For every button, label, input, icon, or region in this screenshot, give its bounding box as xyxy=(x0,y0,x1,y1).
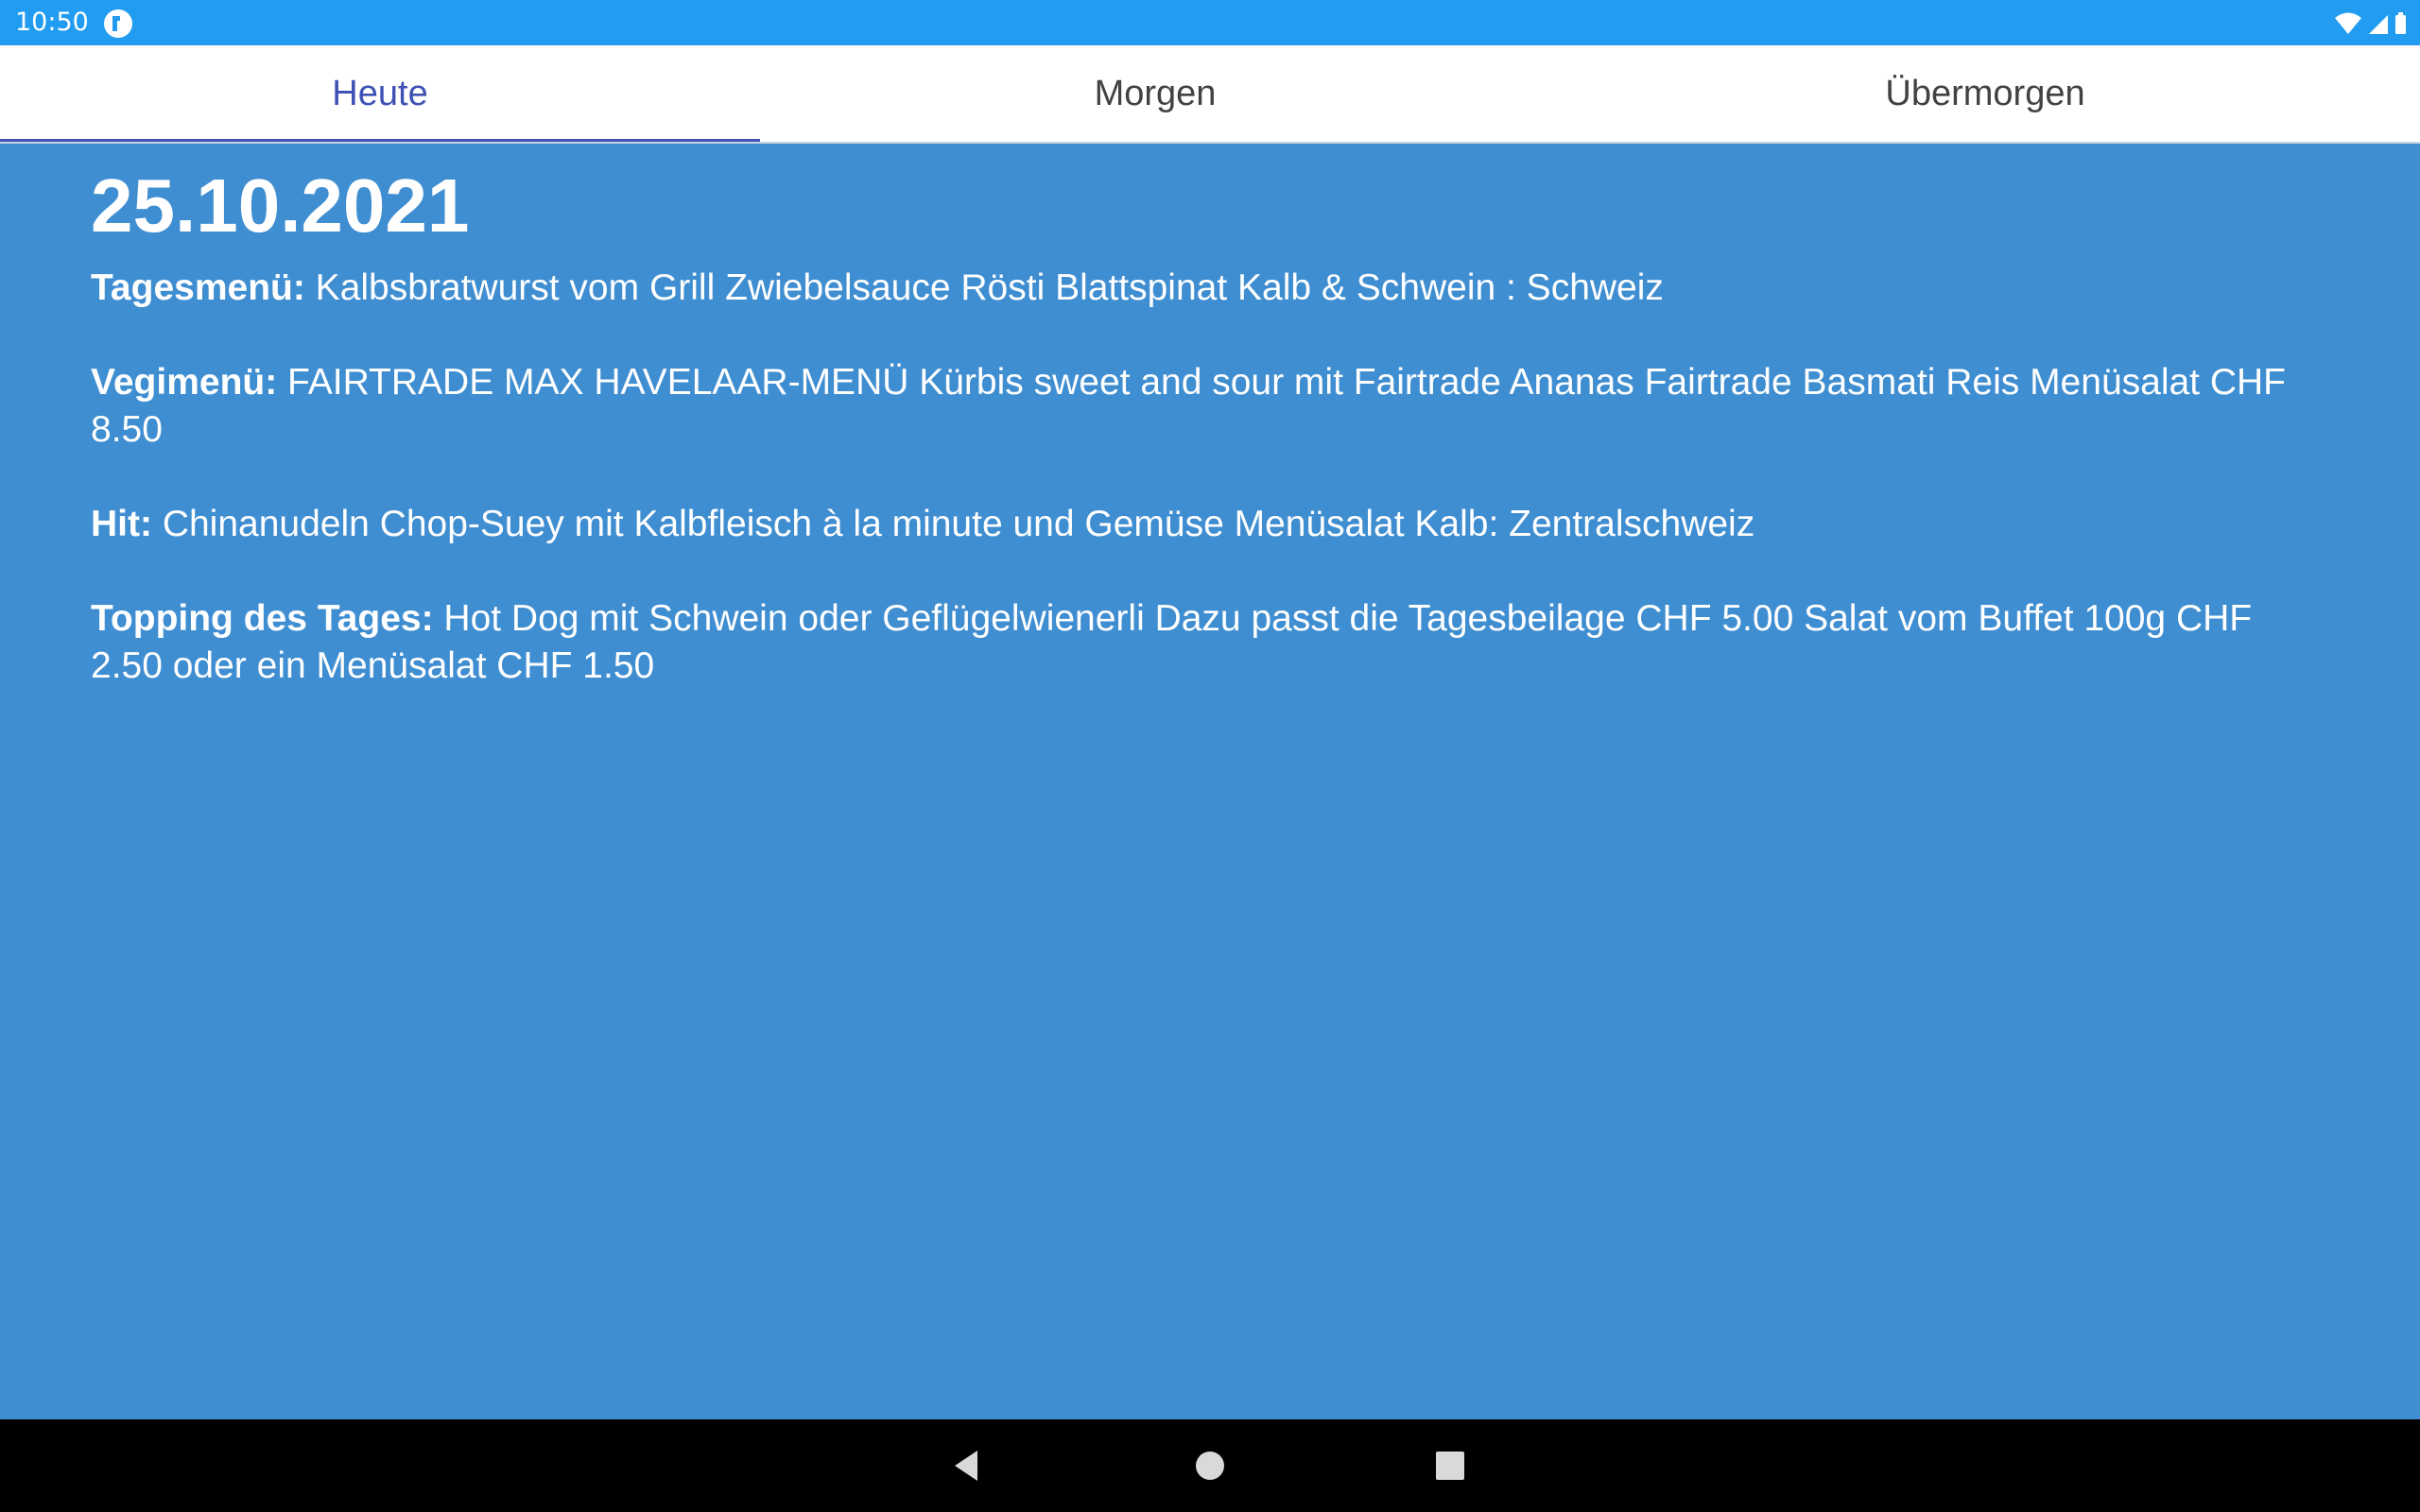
battery-icon xyxy=(2395,12,2406,34)
status-time: 10:50 xyxy=(15,8,89,37)
status-bar: 10:50 xyxy=(0,0,2420,45)
back-icon[interactable] xyxy=(945,1443,991,1488)
tab-uebermorgen[interactable]: Übermorgen xyxy=(1550,45,2420,142)
menu-date: 25.10.2021 xyxy=(91,163,470,248)
tab-bar: Heute Morgen Übermorgen xyxy=(0,45,2420,144)
menu-entry-label: Tagesmenü: xyxy=(91,267,305,308)
wifi-icon xyxy=(2335,12,2361,34)
menu-entry-text: Chinanudeln Chop-Suey mit Kalbfleisch à … xyxy=(151,504,1755,544)
menu-entry-topping: Topping des Tages: Hot Dog mit Schwein o… xyxy=(91,595,2322,690)
menu-entry-vegimenue: Vegimenü: FAIRTRADE MAX HAVELAAR-MENÜ Kü… xyxy=(91,359,2322,454)
menu-entry-tagesmenue: Tagesmenü: Kalbsbratwurst vom Grill Zwie… xyxy=(91,265,2322,312)
tab-heute[interactable]: Heute xyxy=(0,45,760,142)
menu-entry-label: Hit: xyxy=(91,504,152,544)
menu-entry-label: Topping des Tages: xyxy=(91,598,434,639)
menu-content: 25.10.2021 Tagesmenü: Kalbsbratwurst vom… xyxy=(91,161,2322,737)
status-icons xyxy=(2333,9,2409,38)
menu-entry-label: Vegimenü: xyxy=(91,362,278,403)
menu-entry-text: FAIRTRADE MAX HAVELAAR-MENÜ Kürbis sweet… xyxy=(91,362,2286,450)
cell-signal-icon xyxy=(2369,15,2388,34)
navigation-bar xyxy=(0,1419,2420,1512)
home-icon[interactable] xyxy=(1187,1443,1233,1488)
recents-icon[interactable] xyxy=(1427,1443,1473,1488)
app-notification-icon xyxy=(104,9,132,38)
tab-morgen[interactable]: Morgen xyxy=(760,45,1550,142)
menu-entry-text: Kalbsbratwurst vom Grill Zwiebelsauce Rö… xyxy=(304,267,1664,308)
active-tab-indicator xyxy=(0,139,760,142)
menu-entry-hit: Hit: Chinanudeln Chop-Suey mit Kalbfleis… xyxy=(91,501,2322,548)
